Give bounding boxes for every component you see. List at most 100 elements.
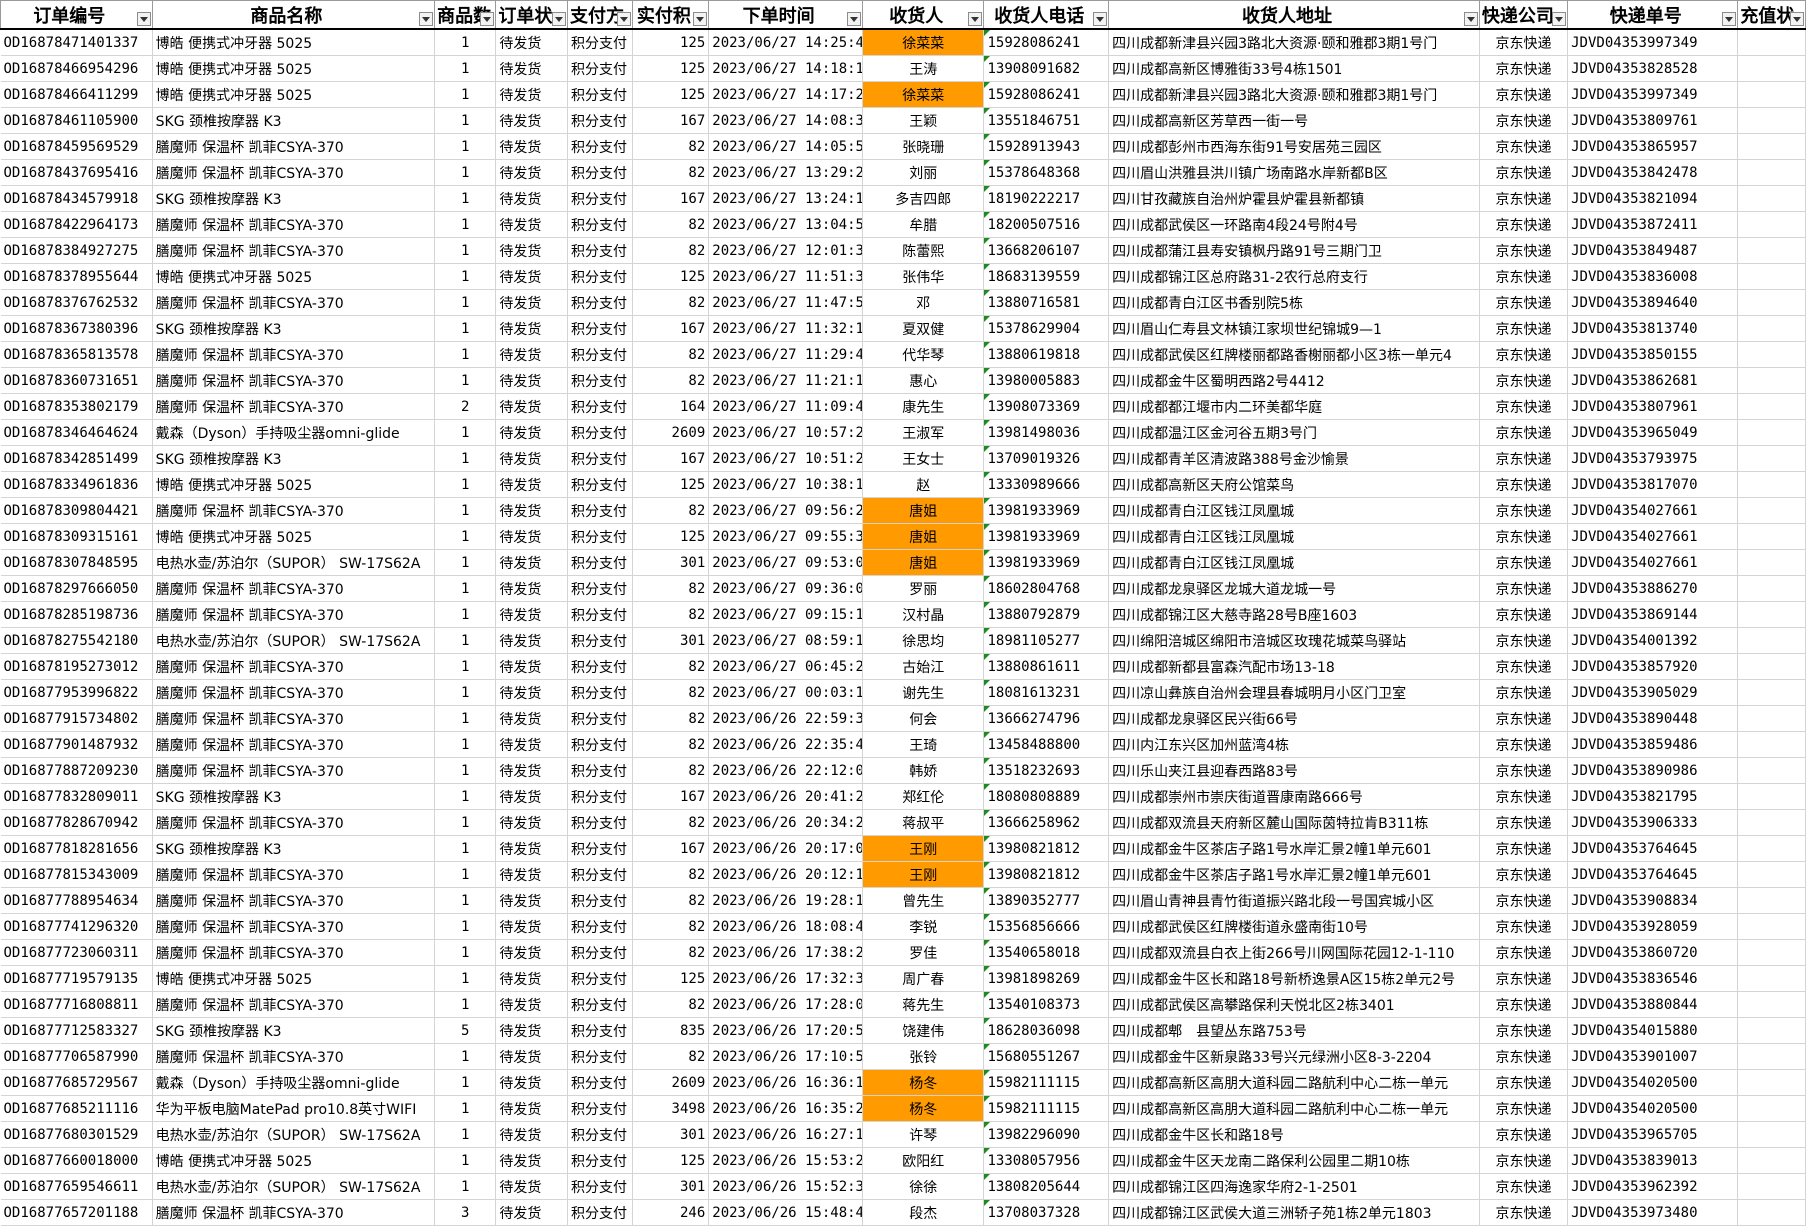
status-cell[interactable]: 待发货 <box>495 575 569 602</box>
payment-cell[interactable]: 积分支付 <box>567 315 634 342</box>
payment-cell[interactable]: 积分支付 <box>567 991 634 1018</box>
order-time-cell[interactable]: 2023/06/26 20:12:14 <box>708 861 863 888</box>
column-header-order-time[interactable]: 下单时间 <box>708 0 863 30</box>
order-time-cell[interactable]: 2023/06/27 14:05:57 <box>708 133 863 160</box>
payment-cell[interactable]: 积分支付 <box>567 29 634 56</box>
express-cell[interactable]: 京东快递 <box>1479 1147 1569 1174</box>
recharge-cell[interactable] <box>1737 653 1806 680</box>
points-cell[interactable]: 125 <box>632 1147 710 1174</box>
points-cell[interactable]: 125 <box>632 263 710 290</box>
qty-cell[interactable]: 1 <box>434 965 497 992</box>
product-cell[interactable]: 膳魔师 保温杯 凯菲CSYA-370 <box>152 367 436 394</box>
tracking-cell[interactable]: JDVD04353807961 <box>1567 393 1739 420</box>
phone-cell[interactable]: 13666274796 <box>983 705 1110 732</box>
express-cell[interactable]: 京东快递 <box>1479 289 1569 316</box>
points-cell[interactable]: 82 <box>632 497 710 524</box>
qty-cell[interactable]: 1 <box>434 861 497 888</box>
phone-cell[interactable]: 13666258962 <box>983 809 1110 836</box>
recipient-cell[interactable]: 张晓珊 <box>862 133 985 160</box>
tracking-cell[interactable]: JDVD04353886270 <box>1567 575 1739 602</box>
recipient-cell[interactable]: 段杰 <box>862 1199 985 1226</box>
payment-cell[interactable]: 积分支付 <box>567 1043 634 1070</box>
table-row[interactable]: OD16878309804421 膳魔师 保温杯 凯菲CSYA-370 1 待发货 积分… <box>0 497 1806 524</box>
order-id-cell[interactable]: OD16877719579135 <box>0 965 153 992</box>
table-row[interactable]: OD16878461105900 SKG 颈椎按摩器 K3 1 待发货 积分支付 167 2… <box>0 107 1806 134</box>
product-cell[interactable]: 膳魔师 保温杯 凯菲CSYA-370 <box>152 133 436 160</box>
recharge-cell[interactable] <box>1737 133 1806 160</box>
phone-cell[interactable]: 13980821812 <box>983 835 1110 862</box>
order-time-cell[interactable]: 2023/06/26 17:32:38 <box>708 965 863 992</box>
table-row[interactable]: OD16878307848595 电热水壶/苏泊尔（SUPOR） SW-17S62… <box>0 549 1806 576</box>
recipient-cell[interactable]: 王刚 <box>862 861 985 888</box>
product-cell[interactable]: 博皓 便携式冲牙器 5025 <box>152 965 436 992</box>
order-time-cell[interactable]: 2023/06/27 09:55:31 <box>708 523 863 550</box>
points-cell[interactable]: 2609 <box>632 1069 710 1096</box>
product-cell[interactable]: 膳魔师 保温杯 凯菲CSYA-370 <box>152 861 436 888</box>
table-row[interactable]: OD16877901487932 膳魔师 保温杯 凯菲CSYA-370 1 待发货 积分… <box>0 731 1806 758</box>
recipient-cell[interactable]: 陈蕾熙 <box>862 237 985 264</box>
order-time-cell[interactable]: 2023/06/27 11:09:40 <box>708 393 863 420</box>
payment-cell[interactable]: 积分支付 <box>567 341 634 368</box>
product-cell[interactable]: 博皓 便携式冲牙器 5025 <box>152 471 436 498</box>
qty-cell[interactable]: 1 <box>434 81 497 108</box>
table-row[interactable]: OD16878360731651 膳魔师 保温杯 凯菲CSYA-370 1 待发货 积分… <box>0 367 1806 394</box>
tracking-cell[interactable]: JDVD04353905029 <box>1567 679 1739 706</box>
points-cell[interactable]: 835 <box>632 1017 710 1044</box>
order-id-cell[interactable]: OD16878367380396 <box>0 315 153 342</box>
payment-cell[interactable]: 积分支付 <box>567 445 634 472</box>
tracking-cell[interactable]: JDVD04353928059 <box>1567 913 1739 940</box>
qty-cell[interactable]: 1 <box>434 653 497 680</box>
address-cell[interactable]: 四川成都武侯区红牌楼街道永盛南街10号 <box>1108 913 1480 940</box>
table-row[interactable]: OD16877680301529 电热水壶/苏泊尔（SUPOR） SW-17S62… <box>0 1121 1806 1148</box>
table-row[interactable]: OD16878437695416 膳魔师 保温杯 凯菲CSYA-370 1 待发货 积分… <box>0 159 1806 186</box>
points-cell[interactable]: 82 <box>632 237 710 264</box>
address-cell[interactable]: 四川成都青白江区书香别院5栋 <box>1108 289 1480 316</box>
phone-cell[interactable]: 13308057956 <box>983 1147 1110 1174</box>
recharge-cell[interactable] <box>1737 1121 1806 1148</box>
filter-dropdown-icon[interactable] <box>693 12 708 26</box>
status-cell[interactable]: 待发货 <box>495 627 569 654</box>
product-cell[interactable]: 膳魔师 保温杯 凯菲CSYA-370 <box>152 497 436 524</box>
tracking-cell[interactable]: JDVD04353821094 <box>1567 185 1739 212</box>
payment-cell[interactable]: 积分支付 <box>567 835 634 862</box>
table-row[interactable]: OD16877741296320 膳魔师 保温杯 凯菲CSYA-370 1 待发货 积分… <box>0 913 1806 940</box>
qty-cell[interactable]: 1 <box>434 601 497 628</box>
qty-cell[interactable]: 1 <box>434 627 497 654</box>
recipient-cell[interactable]: 唐姐 <box>862 523 985 550</box>
table-row[interactable]: OD16878434579918 SKG 颈椎按摩器 K3 1 待发货 积分支付 167 2… <box>0 185 1806 212</box>
points-cell[interactable]: 82 <box>632 861 710 888</box>
order-id-cell[interactable]: OD16878309804421 <box>0 497 153 524</box>
tracking-cell[interactable]: JDVD04353862681 <box>1567 367 1739 394</box>
order-id-cell[interactable]: OD16878434579918 <box>0 185 153 212</box>
address-cell[interactable]: 四川成都青羊区清波路388号金沙愉景 <box>1108 445 1480 472</box>
address-cell[interactable]: 四川成都青白江区钱江凤凰城 <box>1108 549 1480 576</box>
express-cell[interactable]: 京东快递 <box>1479 913 1569 940</box>
express-cell[interactable]: 京东快递 <box>1479 679 1569 706</box>
address-cell[interactable]: 四川成都高新区天府公馆菜鸟 <box>1108 471 1480 498</box>
status-cell[interactable]: 待发货 <box>495 81 569 108</box>
order-time-cell[interactable]: 2023/06/26 16:35:21 <box>708 1095 863 1122</box>
recipient-cell[interactable]: 谢先生 <box>862 679 985 706</box>
status-cell[interactable]: 待发货 <box>495 393 569 420</box>
recipient-cell[interactable]: 赵 <box>862 471 985 498</box>
points-cell[interactable]: 82 <box>632 133 710 160</box>
recharge-cell[interactable] <box>1737 471 1806 498</box>
order-time-cell[interactable]: 2023/06/26 22:12:00 <box>708 757 863 784</box>
address-cell[interactable]: 四川内江东兴区加州蓝湾4栋 <box>1108 731 1480 758</box>
recipient-cell[interactable]: 王涛 <box>862 55 985 82</box>
table-row[interactable]: OD16878376762532 膳魔师 保温杯 凯菲CSYA-370 1 待发货 积分… <box>0 289 1806 316</box>
status-cell[interactable]: 待发货 <box>495 549 569 576</box>
phone-cell[interactable]: 13551846751 <box>983 107 1110 134</box>
recharge-cell[interactable] <box>1737 393 1806 420</box>
tracking-cell[interactable]: JDVD04353821795 <box>1567 783 1739 810</box>
recipient-cell[interactable]: 王刚 <box>862 835 985 862</box>
status-cell[interactable]: 待发货 <box>495 107 569 134</box>
payment-cell[interactable]: 积分支付 <box>567 1121 634 1148</box>
payment-cell[interactable]: 积分支付 <box>567 549 634 576</box>
filter-dropdown-icon[interactable] <box>617 12 632 26</box>
qty-cell[interactable]: 1 <box>434 523 497 550</box>
payment-cell[interactable]: 积分支付 <box>567 1017 634 1044</box>
express-cell[interactable]: 京东快递 <box>1479 783 1569 810</box>
qty-cell[interactable]: 1 <box>434 809 497 836</box>
recipient-cell[interactable]: 康先生 <box>862 393 985 420</box>
